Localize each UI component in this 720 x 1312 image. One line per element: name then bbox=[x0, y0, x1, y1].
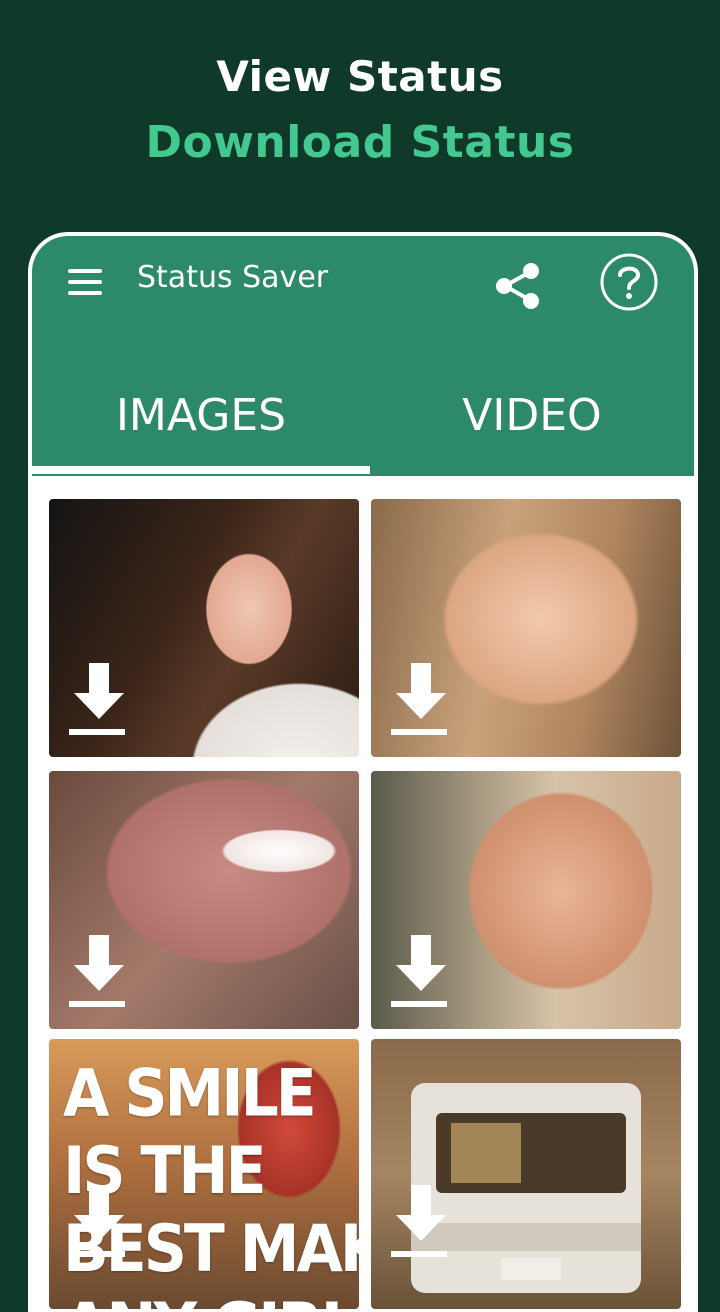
hamburger-menu-icon[interactable] bbox=[68, 269, 102, 295]
download-icon[interactable] bbox=[391, 1185, 451, 1261]
status-thumbnail[interactable] bbox=[49, 499, 359, 757]
promo-header: View Status Download Status bbox=[0, 0, 720, 230]
app-bar: Status Saver IMAGES VIDEO bbox=[32, 236, 694, 476]
app-title: Status Saver bbox=[137, 260, 329, 295]
tab-indicator bbox=[32, 466, 370, 474]
promo-view-status: View Status bbox=[216, 52, 504, 101]
download-icon[interactable] bbox=[69, 935, 129, 1011]
quote-line: ANY GIRL bbox=[63, 1288, 359, 1309]
share-icon[interactable] bbox=[492, 260, 544, 312]
status-thumbnail[interactable] bbox=[49, 771, 359, 1029]
quote-line: A SMILE bbox=[63, 1056, 317, 1132]
tab-images[interactable]: IMAGES bbox=[32, 366, 370, 466]
van-illustration bbox=[411, 1083, 641, 1293]
status-thumbnail[interactable] bbox=[371, 1039, 681, 1309]
status-thumbnail[interactable] bbox=[371, 499, 681, 757]
download-icon[interactable] bbox=[391, 935, 451, 1011]
tab-video[interactable]: VIDEO bbox=[370, 366, 694, 466]
status-thumbnail-quote[interactable]: A SMILE IS THE BEST MAKEU ANY GIRL bbox=[49, 1039, 359, 1309]
download-icon[interactable] bbox=[69, 1185, 129, 1261]
phone-frame: Status Saver IMAGES VIDEO A SMILE IS THE… bbox=[28, 232, 698, 1312]
promo-download-status: Download Status bbox=[145, 117, 575, 168]
download-icon[interactable] bbox=[69, 663, 129, 739]
help-circle-icon[interactable] bbox=[600, 253, 658, 311]
status-thumbnail[interactable] bbox=[371, 771, 681, 1029]
quote-text: A SMILE IS THE BEST MAKEU ANY GIRL bbox=[63, 1055, 359, 1309]
download-icon[interactable] bbox=[391, 663, 451, 739]
